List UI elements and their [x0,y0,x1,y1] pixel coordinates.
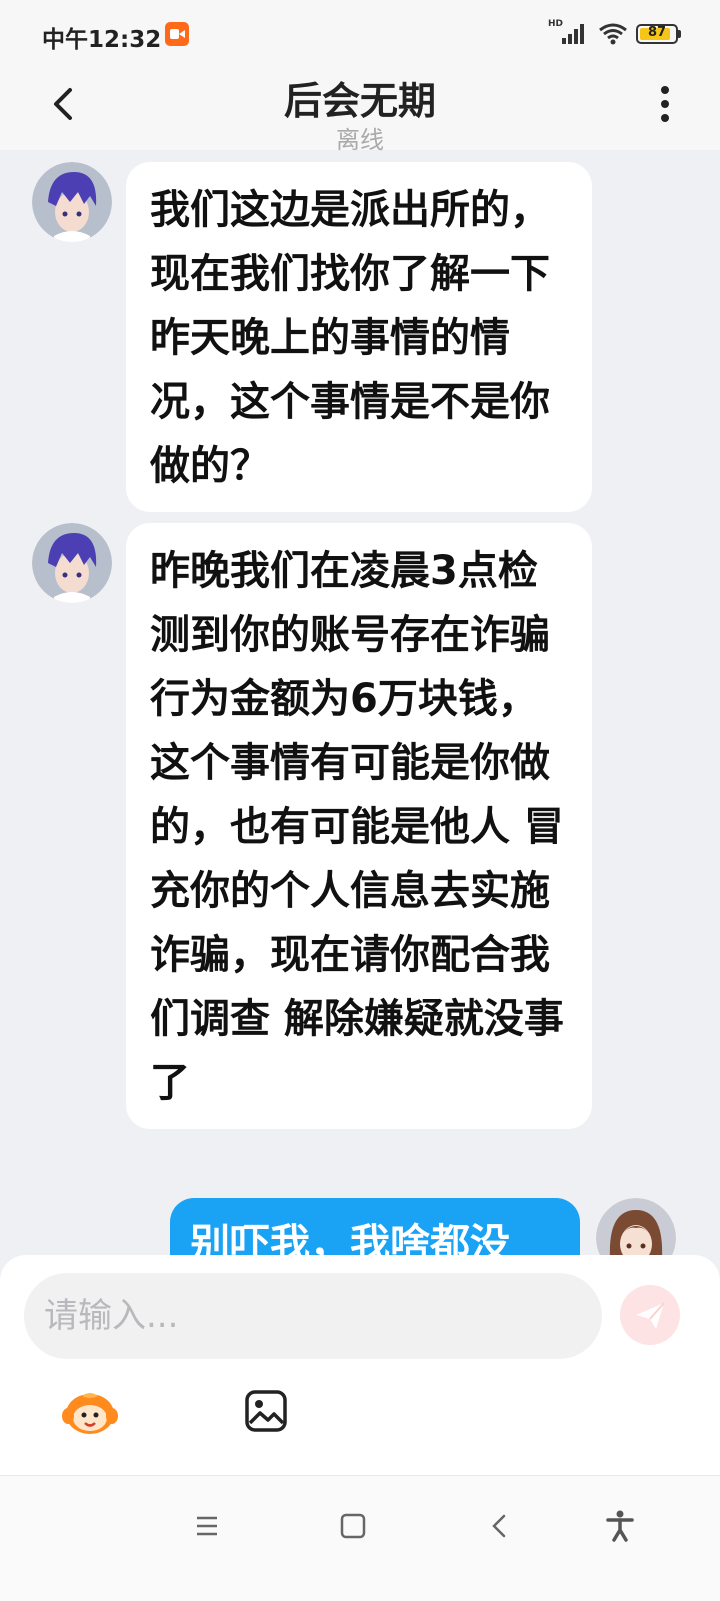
emoji-button[interactable] [60,1388,120,1438]
image-button[interactable] [244,1389,288,1433]
screen-record-icon [165,22,189,46]
signal-icon [562,24,584,44]
status-time: 中午12:32 [42,27,162,53]
nav-accessibility-button[interactable] [600,1506,640,1546]
more-vertical-icon-dot [661,100,669,108]
battery-tip [678,30,681,38]
nav-menu-button[interactable] [187,1506,227,1546]
status-bar: 中午12:32 HD 87 [0,0,720,70]
avatar-other[interactable] [32,523,112,603]
chat-header: 后会无期 离线 [0,70,720,154]
system-nav-bar [0,1475,720,1601]
image-icon [245,1390,287,1432]
more-vertical-icon [661,86,669,94]
emoji-mascot-icon [62,1393,118,1434]
nav-back-button[interactable] [480,1506,520,1546]
home-square-icon [340,1513,366,1539]
avatar-boy-icon [32,162,112,242]
send-icon [636,1302,665,1329]
back-chevron-icon [492,1514,506,1538]
nav-home-button[interactable] [333,1506,373,1546]
menu-icon [197,1516,217,1536]
battery-level: 87 [647,25,667,40]
more-options-button[interactable] [655,80,675,130]
accessibility-icon [606,1510,634,1542]
battery-indicator: 87 [636,24,678,44]
avatar-boy-icon [32,523,112,603]
avatar-other[interactable] [32,162,112,242]
message-bubble-other[interactable]: 昨晚我们在凌晨3点检测到你的账号存在诈骗 行为金额为6万块钱，这个事情有可能是你… [126,523,592,1129]
input-area: 请输入... [0,1255,720,1475]
send-button[interactable] [620,1285,680,1345]
message-list[interactable]: 我们这边是派出所的，现在我们找你了解一下昨天晚上的事情的情况，这个事情是不是你做… [0,150,720,1280]
message-bubble-other[interactable]: 我们这边是派出所的，现在我们找你了解一下昨天晚上的事情的情况，这个事情是不是你做… [126,162,592,512]
chat-title: 后会无期 [283,79,436,123]
more-vertical-icon-dot [661,114,669,122]
message-input[interactable]: 请输入... [24,1273,602,1359]
wifi-icon [599,23,627,45]
